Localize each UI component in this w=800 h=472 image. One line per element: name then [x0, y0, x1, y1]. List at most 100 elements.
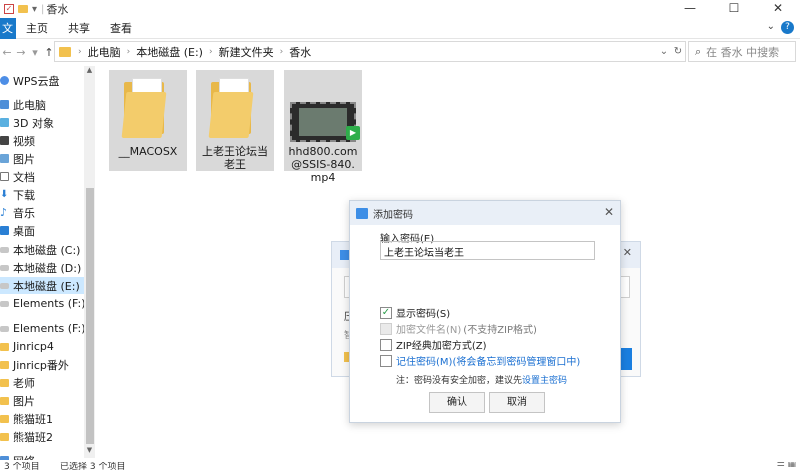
- search-placeholder: 在 香水 中搜索: [706, 45, 780, 59]
- folder-icon: [208, 78, 259, 138]
- sidebar-item-music[interactable]: ♪ 音乐: [0, 204, 35, 221]
- folder-icon: [0, 432, 9, 441]
- app-icon: [356, 207, 368, 219]
- breadcrumb-current[interactable]: 香水: [286, 44, 314, 60]
- sidebar-item-wps-cloud[interactable]: WPS云盘: [0, 72, 60, 89]
- sidebar-item-drive-d[interactable]: 本地磁盘 (D:): [0, 259, 81, 276]
- folder-icon: [0, 342, 9, 351]
- sidebar-item-network[interactable]: 网络: [0, 452, 35, 460]
- chevron-right-icon[interactable]: ›: [277, 47, 287, 57]
- drive-icon: [0, 325, 9, 332]
- search-input[interactable]: ⌕ 在 香水 中搜索: [688, 41, 796, 62]
- minimize-button[interactable]: —: [668, 0, 712, 18]
- dialog-title: 添加密码: [373, 209, 413, 221]
- dialog-close-icon[interactable]: ✕: [604, 205, 614, 219]
- ribbon-tabs: 文件 主页 共享 查看 ⌄ ?: [0, 17, 800, 39]
- breadcrumb-this-pc[interactable]: 此电脑: [85, 44, 124, 60]
- sidebar-item-documents[interactable]: 文档: [0, 168, 35, 185]
- help-icon[interactable]: ?: [781, 21, 794, 34]
- sidebar-item-jinricp4[interactable]: Jinricp4: [0, 338, 54, 355]
- file-item[interactable]: __MACOSX: [109, 70, 187, 171]
- address-dropdown-icon[interactable]: ⌄: [657, 46, 671, 57]
- remember-password-checkbox[interactable]: 记住密码(M) (将会备忘到密码管理窗口中): [380, 353, 580, 368]
- title-separator: |: [41, 3, 45, 15]
- file-name: __MACOSX: [118, 145, 178, 158]
- back-icon[interactable]: ←: [0, 46, 14, 59]
- confirm-button[interactable]: 确认: [429, 392, 485, 413]
- sidebar-item-panda-class-2[interactable]: 熊猫班2: [0, 428, 53, 445]
- network-icon: [0, 456, 9, 460]
- breadcrumb-drive-e[interactable]: 本地磁盘 (E:): [133, 44, 206, 60]
- encrypt-filenames-checkbox: 加密文件名(N) (不支持ZIP格式): [380, 321, 537, 336]
- drive-icon: [0, 246, 9, 253]
- sidebar-item-3d-objects[interactable]: 3D 对象: [0, 114, 54, 131]
- file-item[interactable]: ▶ hhd800.com@SSIS-840.mp4: [284, 70, 362, 184]
- expand-ribbon-icon[interactable]: ⌄: [767, 21, 775, 34]
- chevron-right-icon[interactable]: ›: [75, 47, 85, 57]
- file-name: hhd800.com@SSIS-840.mp4: [288, 145, 358, 184]
- sidebar-scrollbar-thumb[interactable]: [86, 188, 94, 444]
- player-badge-icon: ▶: [346, 126, 360, 140]
- address-actions: ⌄ ↻: [657, 42, 685, 61]
- sidebar-item-pictures-folder[interactable]: 图片: [0, 392, 35, 409]
- maximize-button[interactable]: ☐: [712, 0, 756, 18]
- tab-view[interactable]: 查看: [100, 18, 142, 39]
- desktop-icon: [0, 226, 9, 235]
- dialog-header: 添加密码: [350, 201, 620, 225]
- cloud-icon: [0, 76, 9, 85]
- sidebar-item-jinricp-extra[interactable]: Jinricp番外: [0, 356, 69, 373]
- recent-locations-icon[interactable]: ▾: [28, 46, 42, 59]
- refresh-icon[interactable]: ↻: [671, 46, 685, 57]
- forward-icon[interactable]: →: [14, 46, 28, 59]
- chevron-right-icon[interactable]: ›: [124, 47, 134, 57]
- sidebar-item-drive-c[interactable]: 本地磁盘 (C:): [0, 241, 80, 258]
- zip-classic-encryption-checkbox[interactable]: ZIP经典加密方式(Z): [380, 337, 486, 352]
- scroll-down-icon[interactable]: ▼: [85, 446, 94, 454]
- tab-share[interactable]: 共享: [58, 18, 100, 39]
- title-bar: ✓ ▾ | 香水 — ☐ ✕: [0, 0, 800, 18]
- sidebar-item-this-pc[interactable]: 此电脑: [0, 96, 46, 113]
- cancel-button[interactable]: 取消: [489, 392, 545, 413]
- sidebar-item-pictures[interactable]: 图片: [0, 150, 35, 167]
- checkbox-box: [380, 322, 392, 335]
- set-master-password-link[interactable]: 设置主密码: [522, 376, 567, 386]
- folder-icon: [0, 360, 9, 369]
- file-item[interactable]: 上老王论坛当老王: [196, 70, 274, 171]
- security-note: 注：密码没有安全加密，建议先设置主密码: [396, 376, 568, 386]
- show-password-checkbox[interactable]: ✓ 显示密码(S): [380, 305, 450, 320]
- new-folder-icon[interactable]: [18, 5, 28, 13]
- folder-location-icon: [59, 46, 71, 57]
- folder-icon: [0, 414, 9, 423]
- sidebar-item-downloads[interactable]: ⬇ 下载: [0, 186, 35, 203]
- drive-icon: [0, 282, 9, 289]
- view-toggle-icons[interactable]: ☰ ▦: [777, 462, 796, 469]
- breadcrumb-new-folder[interactable]: 新建文件夹: [216, 44, 277, 60]
- password-field[interactable]: 上老王论坛当老王: [380, 241, 595, 260]
- folder-icon: [0, 396, 9, 405]
- document-icon: [0, 172, 9, 181]
- computer-icon: [0, 100, 9, 109]
- checkbox-box: [380, 354, 392, 367]
- sidebar-item-drive-e[interactable]: 本地磁盘 (E:): [0, 277, 84, 294]
- background-close-icon[interactable]: ✕: [623, 246, 632, 259]
- close-button[interactable]: ✕: [756, 0, 800, 18]
- sidebar-item-teacher[interactable]: 老师: [0, 374, 35, 391]
- tab-home[interactable]: 主页: [16, 18, 58, 39]
- sidebar-item-panda-class-1[interactable]: 熊猫班1: [0, 410, 53, 427]
- sidebar-item-elements-f[interactable]: Elements (F:): [0, 295, 86, 312]
- folder-icon: [0, 378, 9, 387]
- sidebar-item-desktop[interactable]: 桌面: [0, 222, 35, 239]
- properties-icon[interactable]: ✓: [4, 4, 14, 14]
- search-icon: ⌕: [695, 44, 702, 58]
- start-compress-button[interactable]: [620, 348, 632, 370]
- sidebar-item-elements-f-root[interactable]: Elements (F:): [0, 320, 86, 337]
- tab-file[interactable]: 文件: [0, 17, 16, 39]
- address-bar[interactable]: › 此电脑 › 本地磁盘 (E:) › 新建文件夹 › 香水 ⌄ ↻: [54, 41, 686, 62]
- file-name: 上老王论坛当老王: [202, 145, 268, 171]
- customize-quick-access-icon[interactable]: ▾: [32, 4, 37, 15]
- sidebar-item-videos[interactable]: 视频: [0, 132, 35, 149]
- chevron-right-icon[interactable]: ›: [206, 47, 216, 57]
- pictures-icon: [0, 154, 9, 163]
- status-bar: 3 个项目 已选择 3 个项目 ☰ ▦: [0, 462, 800, 472]
- scroll-up-icon[interactable]: ▲: [85, 66, 94, 74]
